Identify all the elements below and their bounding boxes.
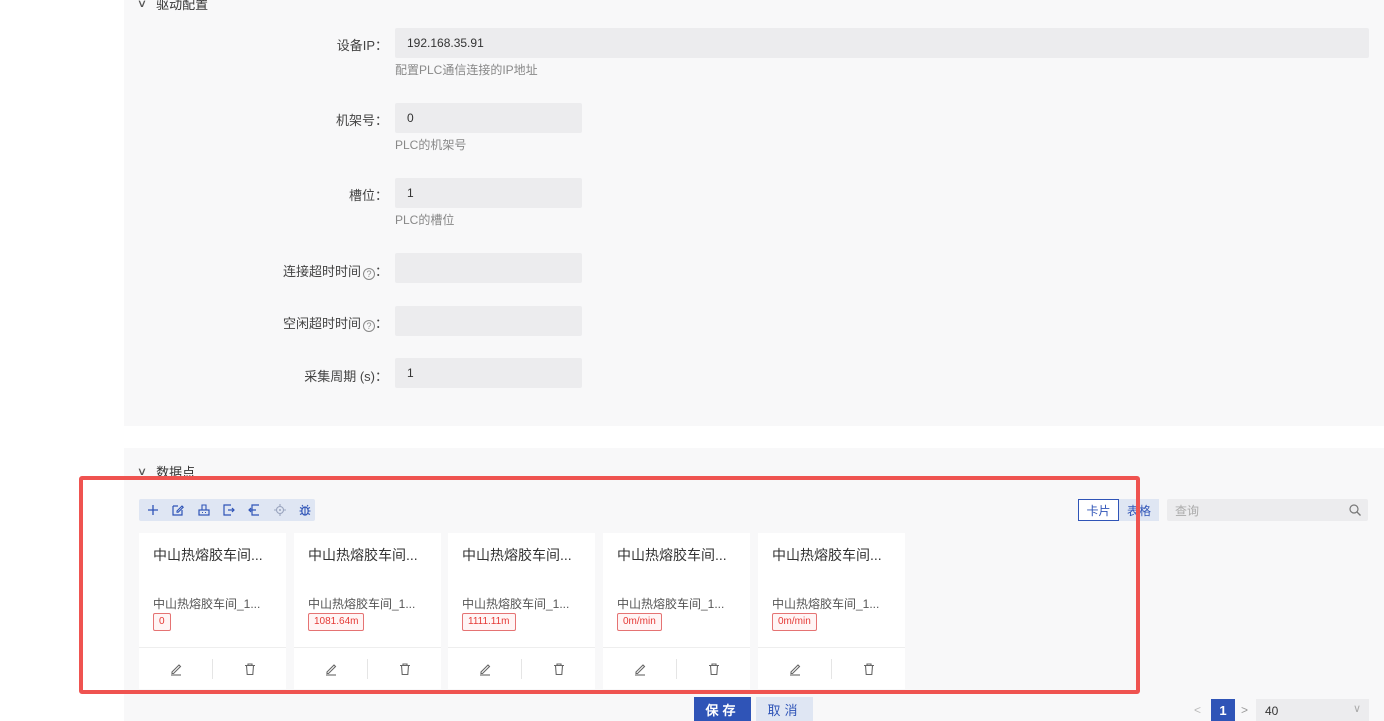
prev-page-button[interactable]: < [1194, 703, 1201, 717]
data-point-card[interactable]: 中山热熔胶车间... 中山热熔胶车间_1... 1111.11m [448, 533, 595, 689]
idle-timeout-label: 空闲超时时间?： [283, 313, 388, 332]
rack-label: 机架号： [335, 113, 388, 128]
trash-icon[interactable] [368, 662, 441, 676]
edit-pencil-icon[interactable] [603, 662, 676, 676]
trash-icon[interactable] [832, 662, 905, 676]
help-icon[interactable]: ? [362, 268, 375, 280]
card-title: 中山热熔胶车间... [462, 547, 572, 563]
trash-icon[interactable] [213, 662, 286, 676]
search-input[interactable]: 查询 [1167, 499, 1368, 521]
driver-config-header[interactable]: ∨ 驱动配置 [136, 0, 209, 13]
trash-icon[interactable] [677, 662, 750, 676]
card-subtitle: 中山热熔胶车间_1... [772, 597, 880, 611]
label-colon: ： [374, 264, 388, 279]
data-points-title: 数据点 [156, 465, 196, 480]
export-icon[interactable] [219, 500, 238, 520]
edit-pencil-icon[interactable] [448, 662, 521, 676]
data-points-header[interactable]: ∨ 数据点 [136, 462, 196, 481]
card-title: 中山热熔胶车间... [617, 547, 727, 563]
save-button[interactable]: 保存 [694, 697, 751, 721]
device-ip-hint: 配置PLC通信连接的IP地址 [395, 63, 538, 77]
connect-timeout-label: 连接超时时间?： [283, 261, 388, 280]
card-title: 中山热熔胶车间... [772, 547, 882, 563]
cancel-button[interactable]: 取消 [756, 697, 813, 721]
edit-icon[interactable] [168, 500, 187, 520]
data-point-card[interactable]: 中山热熔胶车间... 中山热熔胶车间_1... 0m/min [603, 533, 750, 689]
card-value-badge: 0 [153, 613, 171, 631]
data-point-card[interactable]: 中山热熔胶车间... 中山热熔胶车间_1... 1081.64m [294, 533, 441, 689]
card-value-badge: 0m/min [617, 613, 662, 631]
search-placeholder: 查询 [1175, 503, 1200, 518]
table-view-toggle[interactable]: 表格 [1119, 499, 1159, 521]
device-ip-input[interactable]: 192.168.35.91 [395, 28, 1369, 58]
slot-input[interactable]: 1 [395, 178, 582, 208]
plus-icon[interactable] [143, 500, 162, 520]
card-actions [448, 647, 595, 689]
card-subtitle: 中山热熔胶车间_1... [617, 597, 725, 611]
card-title: 中山热熔胶车间... [308, 547, 418, 563]
data-point-card[interactable]: 中山热熔胶车间... 中山热熔胶车间_1... 0m/min [758, 533, 905, 689]
current-page-button[interactable]: 1 [1211, 699, 1235, 721]
slot-label: 槽位： [348, 188, 388, 203]
rack-input[interactable]: 0 [395, 103, 582, 133]
driver-config-title: 驱动配置 [156, 0, 209, 12]
connect-timeout-label-text: 连接超时时间 [282, 264, 361, 279]
card-subtitle: 中山热熔胶车间_1... [153, 597, 261, 611]
help-icon[interactable]: ? [362, 320, 375, 332]
card-view-toggle[interactable]: 卡片 [1078, 499, 1119, 521]
edit-pencil-icon[interactable] [294, 662, 367, 676]
idle-timeout-label-text: 空闲超时时间 [282, 316, 361, 331]
card-actions [294, 647, 441, 689]
data-point-card[interactable]: 中山热熔胶车间... 中山热熔胶车间_1... 0 [139, 533, 286, 689]
connect-timeout-input[interactable] [395, 253, 582, 283]
collect-period-input[interactable]: 1 [395, 358, 582, 388]
card-actions [139, 647, 286, 689]
card-value-badge: 0m/min [772, 613, 817, 631]
edit-pencil-icon[interactable] [139, 662, 212, 676]
label-colon: ： [374, 316, 388, 331]
next-page-button[interactable]: > [1241, 703, 1248, 717]
card-value-badge: 1081.64m [308, 613, 365, 631]
import-icon[interactable] [194, 500, 213, 520]
export-all-icon[interactable] [245, 500, 264, 520]
card-subtitle: 中山热熔胶车间_1... [462, 597, 570, 611]
data-points-toolbar [139, 499, 315, 521]
card-subtitle: 中山热熔胶车间_1... [308, 597, 416, 611]
rack-hint: PLC的机架号 [395, 138, 467, 152]
debug-icon[interactable] [296, 500, 315, 520]
chevron-down-icon: ∨ [1352, 703, 1361, 715]
card-title: 中山热熔胶车间... [153, 547, 263, 563]
edit-pencil-icon[interactable] [758, 662, 831, 676]
device-ip-label: 设备IP： [336, 38, 388, 53]
collect-period-label: 采集周期 (s)： [304, 369, 388, 384]
card-value-badge: 1111.11m [462, 613, 516, 631]
card-actions [603, 647, 750, 689]
chevron-down-icon: ∨ [136, 0, 148, 10]
page-size-value: 40 [1265, 704, 1279, 718]
search-icon[interactable] [1348, 503, 1362, 517]
chevron-down-icon: ∨ [136, 466, 148, 478]
driver-config-panel [124, 0, 1384, 426]
trash-icon[interactable] [522, 662, 595, 676]
page-size-select[interactable]: 40 ∨ [1256, 699, 1369, 721]
card-actions [758, 647, 905, 689]
slot-hint: PLC的槽位 [395, 213, 455, 227]
idle-timeout-input[interactable] [395, 306, 582, 336]
locate-icon[interactable] [270, 500, 289, 520]
